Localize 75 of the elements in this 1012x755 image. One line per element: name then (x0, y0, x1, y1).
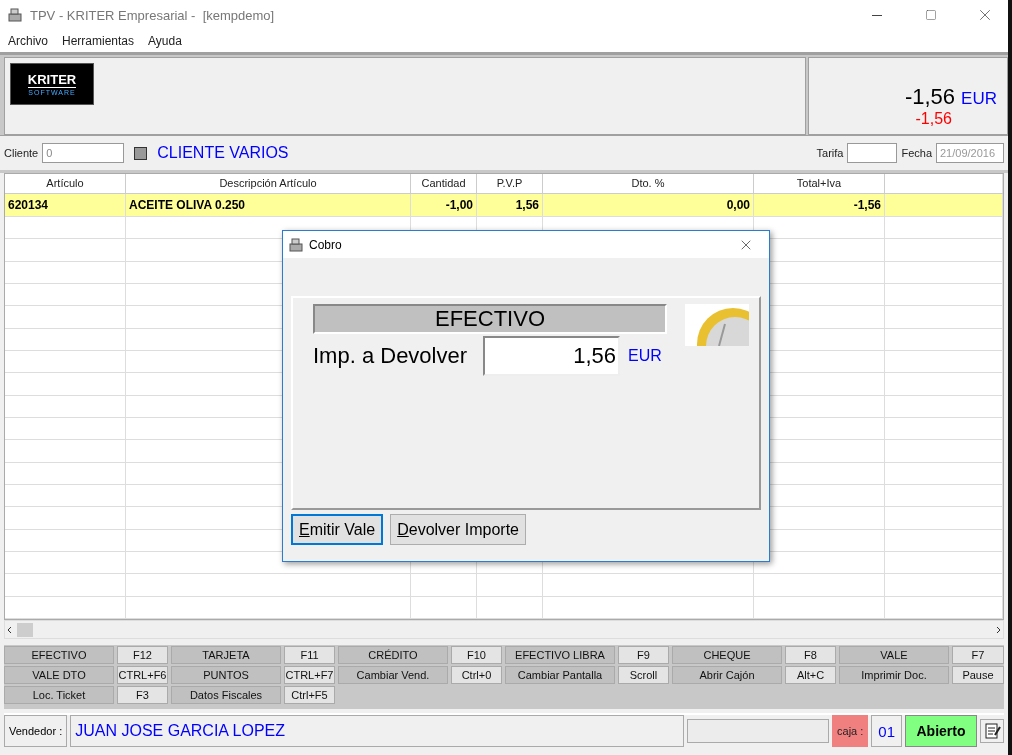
tarifa-label: Tarifa (816, 147, 844, 159)
shortcut-key[interactable]: Ctrl+F5 (284, 686, 335, 704)
function-button[interactable]: Abrir Cajón (672, 666, 782, 684)
menu-item[interactable]: Archivo (8, 34, 48, 48)
amount-field[interactable]: 1,56 (483, 336, 621, 376)
function-button[interactable]: Cambiar Pantalla (505, 666, 615, 684)
client-name: CLIENTE VARIOS (157, 144, 290, 162)
shortcut-key[interactable]: F12 (117, 646, 168, 664)
minimize-icon (872, 14, 882, 16)
column-header[interactable]: Cantidad (411, 174, 477, 193)
table-cell: ACEITE OLIVA 0.250 (126, 194, 411, 216)
menu-item[interactable]: Ayuda (148, 34, 182, 48)
function-button[interactable]: Loc. Ticket (4, 686, 114, 704)
column-header[interactable]: P.V.P (477, 174, 543, 193)
shortcut-key[interactable]: F11 (284, 646, 335, 664)
shortcut-key[interactable]: F7 (952, 646, 1004, 664)
shortcut-key[interactable]: F3 (117, 686, 168, 704)
shortcut-key[interactable]: Alt+C (785, 666, 836, 684)
shortcut-key[interactable]: F9 (618, 646, 669, 664)
shortcut-key[interactable]: F8 (785, 646, 836, 664)
cash-register-icon (8, 8, 22, 22)
register-number: 01 (871, 715, 902, 747)
cash-register-icon (289, 237, 303, 252)
client-label: Cliente (4, 147, 39, 159)
column-header[interactable]: Total+Iva (754, 174, 885, 193)
window-title: TPV - KRITER Empresarial - [kempdemo] (30, 7, 276, 23)
scrollbar-thumb[interactable] (17, 622, 33, 637)
dialog-button[interactable]: Emitir Vale (291, 514, 384, 545)
payment-method: EFECTIVO (313, 304, 667, 334)
table-row[interactable]: 620134 ACEITE OLIVA 0.250 -1,00 1,56 0,00 -1,56 (5, 194, 1003, 217)
shortcut-key[interactable]: Ctrl+0 (451, 666, 502, 684)
column-header[interactable]: Artículo (5, 174, 126, 193)
menu-item[interactable]: Herramientas (62, 34, 135, 48)
currency: EUR (961, 89, 997, 109)
table-cell: 1,56 (477, 194, 543, 216)
dialog-title: Cobro (309, 237, 343, 252)
function-button[interactable]: VALE DTO (4, 666, 114, 684)
pending-amount: -1,56 (915, 110, 952, 128)
shortcut-key[interactable]: Scroll (618, 666, 669, 684)
shortcut-key[interactable]: CTRL+F6 (117, 666, 168, 684)
maximize-icon (925, 9, 937, 21)
function-button[interactable]: Datos Fiscales (171, 686, 281, 704)
table-cell: 620134 (5, 194, 126, 216)
shortcut-key[interactable]: CTRL+F7 (284, 666, 335, 684)
table-cell: -1,56 (754, 194, 885, 216)
table-cell: -1,00 (411, 194, 477, 216)
function-button[interactable]: PUNTOS (171, 666, 281, 684)
function-button[interactable]: EFECTIVO LIBRA (505, 646, 615, 664)
register-status: Abierto (905, 715, 977, 747)
function-button[interactable]: CHEQUE (672, 646, 782, 664)
vendor-label: Vendedor : (4, 715, 68, 747)
shortcut-key[interactable]: Pause (952, 666, 1004, 684)
function-button[interactable]: TARJETA (171, 646, 281, 664)
function-button[interactable]: Imprimir Doc. (839, 666, 949, 684)
amount-label: Imp. a Devolver (313, 343, 468, 369)
date-label: Fecha (901, 147, 932, 159)
function-button[interactable]: VALE (839, 646, 949, 664)
currency: EUR (628, 347, 662, 365)
client-field[interactable]: 0 (42, 143, 125, 163)
dialog-button[interactable]: Devolver Importe (390, 514, 526, 545)
table-cell: 0,00 (543, 194, 754, 216)
notepad-icon[interactable] (980, 719, 1004, 743)
total-amount: -1,56 (904, 84, 956, 110)
function-button[interactable]: Cambiar Vend. (338, 666, 448, 684)
vendor-name: JUAN JOSE GARCIA LOPEZ (70, 715, 684, 747)
column-header[interactable]: Descripción Artículo (126, 174, 411, 193)
checkbox[interactable] (134, 146, 148, 160)
register-label: caja : (832, 715, 869, 747)
function-button[interactable]: EFECTIVO (4, 646, 114, 664)
column-header[interactable]: Dto. % (543, 174, 754, 193)
coin-icon (685, 304, 749, 346)
tarifa-field[interactable] (847, 143, 898, 163)
function-button[interactable]: CRÉDITO (338, 646, 448, 664)
horizontal-scrollbar[interactable] (4, 620, 1004, 639)
shortcut-key[interactable]: F10 (451, 646, 502, 664)
